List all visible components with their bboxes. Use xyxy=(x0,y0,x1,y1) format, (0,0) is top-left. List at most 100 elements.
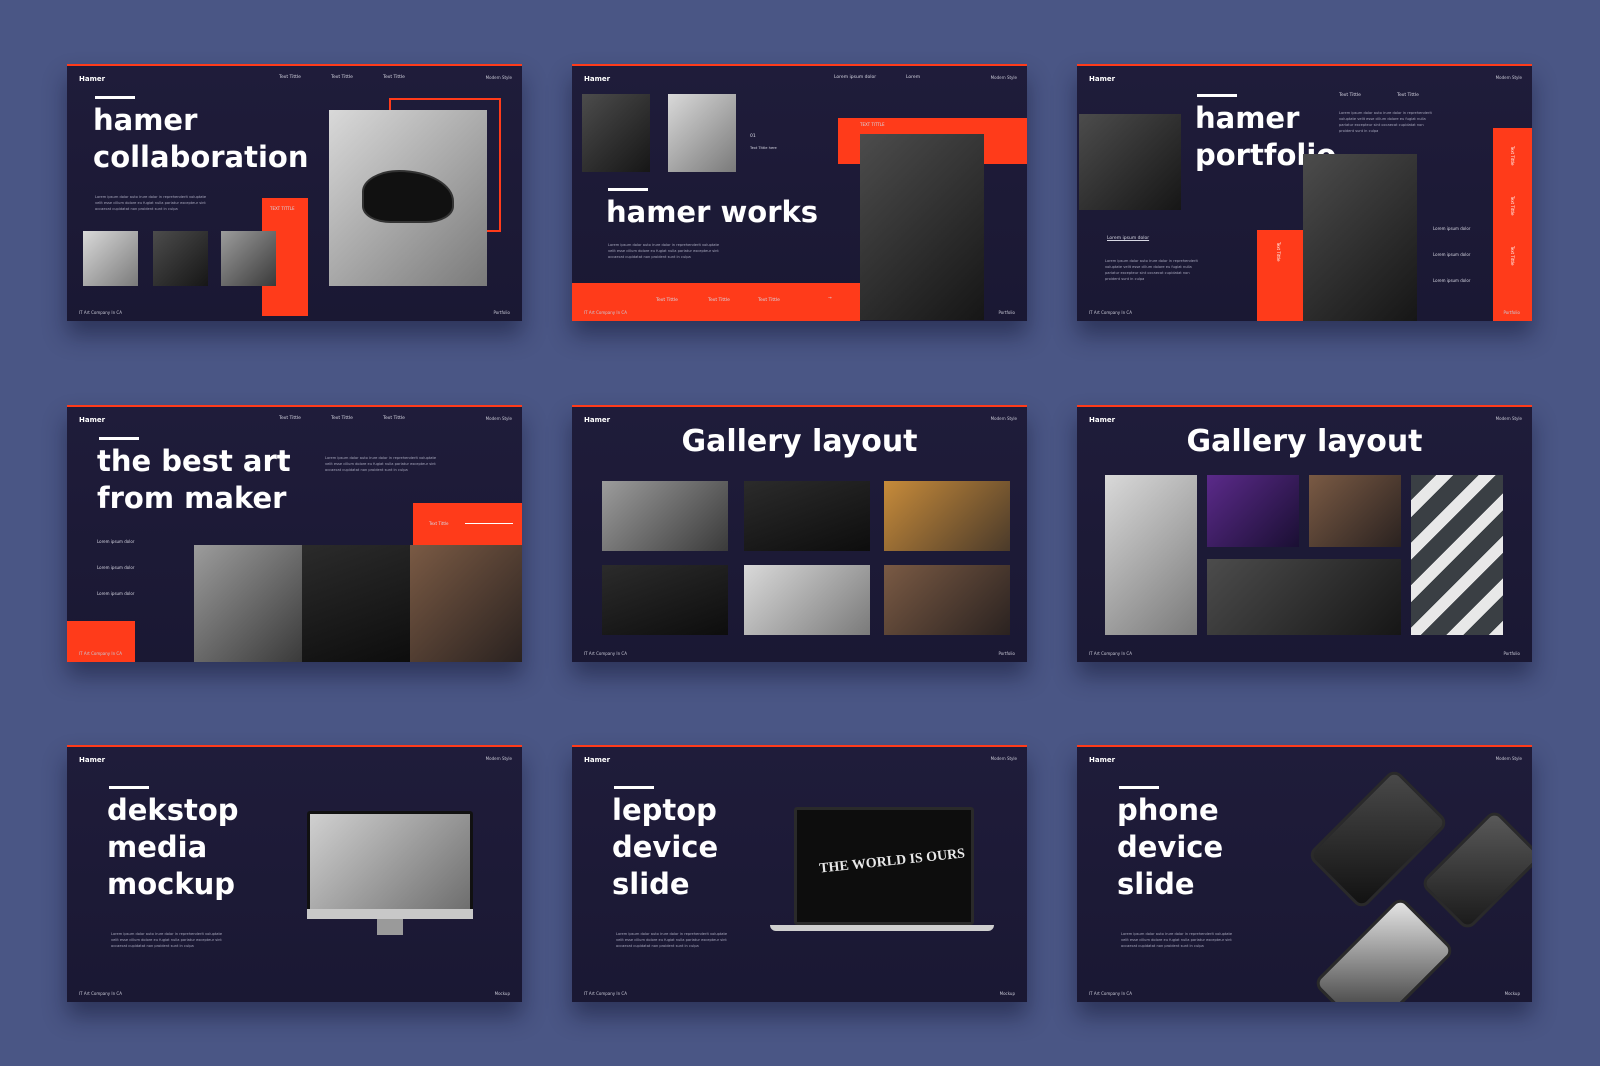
slide-hamer-works[interactable]: Hamer Lorem ipsum dolor Lorem Modern Sty… xyxy=(572,64,1027,321)
monitor-chin xyxy=(307,909,473,919)
arrow-icon[interactable]: → xyxy=(828,296,832,301)
body-text: Lorem ipsum dolor auto irure dolor in re… xyxy=(325,456,437,472)
desktop-monitor xyxy=(307,811,473,913)
couple-photo xyxy=(194,545,302,662)
gallery-photo xyxy=(1207,475,1299,547)
tagline: Modern Style xyxy=(990,756,1017,761)
list-item[interactable]: Lorem ipsum dolor xyxy=(97,539,134,544)
laptop-screen: THE WORLD IS OURS xyxy=(794,807,974,925)
slide-title: Gallery layout xyxy=(681,424,918,459)
sneaker-photo xyxy=(329,110,487,286)
footer-page-label: Portfolio xyxy=(493,310,510,315)
shoe-photo xyxy=(668,94,736,172)
body-text: Lorem ipsum dolor auto irure dolor in re… xyxy=(111,932,223,948)
gallery-photo xyxy=(602,481,728,551)
slide-gallery-layout-1[interactable]: Hamer Modern Style Gallery layout IT Art… xyxy=(572,405,1027,662)
list-item[interactable]: Lorem ipsum dolor xyxy=(1433,252,1470,257)
nav-item[interactable]: Text Tittle xyxy=(1339,93,1361,98)
text-link[interactable]: Lorem ipsum dolor xyxy=(1107,236,1149,241)
list-item[interactable]: Lorem ipsum dolor xyxy=(1433,226,1470,231)
gallery-photo xyxy=(884,481,1010,551)
body-text: Lorem ipsum dolor auto irure dolor in re… xyxy=(608,243,720,259)
slide-laptop-device[interactable]: Hamer Modern Style leptop device slide Lor… xyxy=(572,745,1027,1002)
nav-item[interactable]: Text Tittle xyxy=(279,75,301,80)
slide-title: dekstop media mockup xyxy=(107,793,239,901)
title-dash xyxy=(1119,786,1159,789)
body-text: Lorem ipsum dolor auto irure dolor in re… xyxy=(1121,932,1233,948)
footer-company: IT Art Company In CA xyxy=(1089,310,1132,315)
footer-company: IT Art Company In CA xyxy=(584,310,627,315)
body-text: Lorem ipsum dolor auto irure dolor in re… xyxy=(95,195,207,211)
laptop-base xyxy=(770,925,994,931)
body-text: Lorem ipsum dolor auto irure dolor in re… xyxy=(1339,111,1432,133)
list-item[interactable]: Lorem ipsum dolor xyxy=(1433,278,1470,283)
accent-label: TEXT TITTLE xyxy=(270,206,295,211)
nav-item[interactable]: Text Tittle xyxy=(383,416,405,421)
accent-label: Text Tittle xyxy=(429,521,449,526)
brand-logo: Hamer xyxy=(79,75,106,83)
brand-logo: Hamer xyxy=(1089,756,1116,764)
slide-title: phone device slide xyxy=(1117,793,1224,901)
nav-item[interactable]: Text Tittle xyxy=(383,75,405,80)
brand-logo: Hamer xyxy=(79,756,106,764)
tagline: Modern Style xyxy=(990,416,1017,421)
tagline: Modern Style xyxy=(485,75,512,80)
slide-phone-device[interactable]: Hamer Modern Style phone device slide Lore… xyxy=(1077,745,1532,1002)
accent-rule xyxy=(465,523,513,524)
footer-page-label: Portfolio xyxy=(1503,310,1520,315)
gallery-photo xyxy=(884,565,1010,635)
tshirt-photo xyxy=(1079,114,1181,210)
nav-item[interactable]: Lorem ipsum dolor xyxy=(834,75,876,80)
gallery-thumb xyxy=(83,231,138,286)
tagline: Modern Style xyxy=(1495,416,1522,421)
accent-label: Text Tittle xyxy=(1276,242,1281,262)
tagline: Modern Style xyxy=(485,756,512,761)
portrait-photo xyxy=(410,545,522,662)
nav-item[interactable]: Lorem xyxy=(906,75,920,80)
brand-logo: Hamer xyxy=(79,416,106,424)
slide-title: hamer works xyxy=(606,195,819,229)
footer-company: IT Art Company In CA xyxy=(79,651,122,656)
sidebar-item[interactable]: Text Tittle xyxy=(1510,146,1515,166)
slide-desktop-mockup[interactable]: Hamer Modern Style dekstop media mockup Lo… xyxy=(67,745,522,1002)
nav-item[interactable]: Text Tittle xyxy=(331,416,353,421)
footer-company: IT Art Company In CA xyxy=(1089,991,1132,996)
slide-title: hamer collaboration xyxy=(93,103,309,174)
footer-page-label: Portfolio xyxy=(998,651,1015,656)
footer-page-label: Mockup xyxy=(494,991,510,996)
monitor-stand xyxy=(377,919,403,935)
slide-best-art[interactable]: Hamer Text Tittle Text Tittle Text Tittl… xyxy=(67,405,522,662)
bottom-nav-item[interactable]: Text Tittle xyxy=(656,298,678,303)
list-item[interactable]: Lorem ipsum dolor xyxy=(97,591,134,596)
gallery-photo xyxy=(1309,475,1401,547)
slide-gallery-layout-2[interactable]: Hamer Modern Style Gallery layout IT Art… xyxy=(1077,405,1532,662)
title-dash xyxy=(95,96,135,99)
footer-page-label: Mockup xyxy=(1504,991,1520,996)
nav-item[interactable]: Text Tittle xyxy=(279,416,301,421)
gallery-photo xyxy=(1207,559,1401,635)
gallery-photo xyxy=(744,565,870,635)
sidebar-item[interactable]: Text Tittle xyxy=(1510,246,1515,266)
bottom-nav-item[interactable]: Text Tittle xyxy=(758,298,780,303)
footer-company: IT Art Company In CA xyxy=(79,310,122,315)
nav-item[interactable]: Text Tittle xyxy=(1397,93,1419,98)
footer-page-label: Mockup xyxy=(999,991,1015,996)
staircase-photo xyxy=(1303,154,1417,321)
slide-title: Gallery layout xyxy=(1186,424,1423,459)
accent-label: TEXT TITTLE xyxy=(860,122,885,127)
sneaker-light-photo xyxy=(302,545,410,662)
title-dash xyxy=(109,786,149,789)
tagline: Modern Style xyxy=(1495,756,1522,761)
nav-item[interactable]: Text Tittle xyxy=(331,75,353,80)
body-text: Lorem ipsum dolor auto irure dolor in re… xyxy=(1105,259,1198,281)
sidebar-item[interactable]: Text Tittle xyxy=(1510,196,1515,216)
title-dash xyxy=(614,786,654,789)
bottom-nav-item[interactable]: Text Tittle xyxy=(708,298,730,303)
title-dash xyxy=(99,437,139,440)
slide-hamer-collaboration[interactable]: Hamer Text Tittle Text Tittle Text Tittl… xyxy=(67,64,522,321)
list-item[interactable]: Lorem ipsum dolor xyxy=(97,565,134,570)
gallery-thumb xyxy=(153,231,208,286)
slide-hamer-portfolio[interactable]: Hamer Text Tittle Text Tittle Modern Sty… xyxy=(1077,64,1532,321)
tagline: Modern Style xyxy=(1495,75,1522,80)
side-title: Text Tittle here xyxy=(750,146,777,150)
